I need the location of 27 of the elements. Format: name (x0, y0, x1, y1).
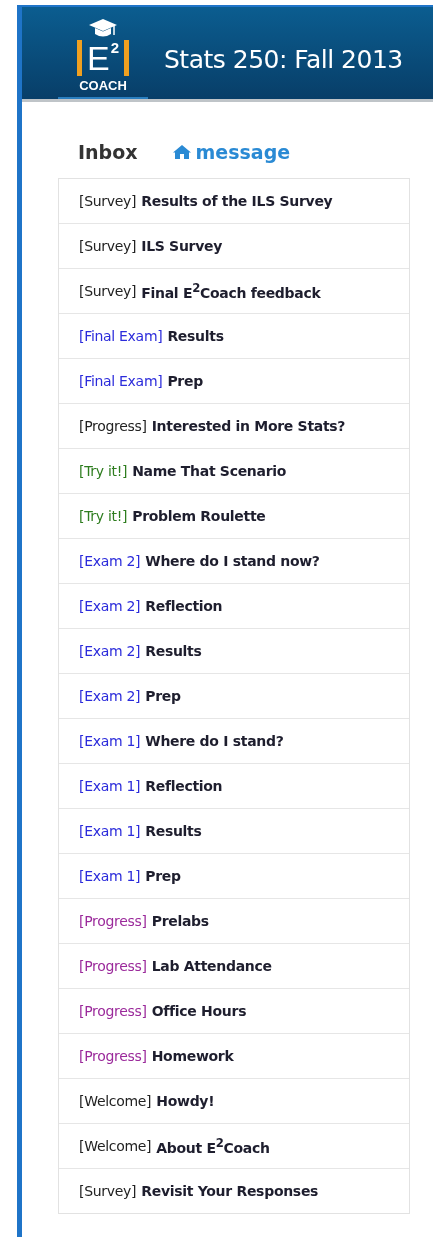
message-item[interactable]: [Progress] Interested in More Stats? (59, 403, 409, 448)
message-item[interactable]: [Progress] Prelabs (59, 898, 409, 943)
message-item[interactable]: [Exam 1] Reflection (59, 763, 409, 808)
message-item[interactable]: [Final Exam] Prep (59, 358, 409, 403)
message-item[interactable]: [Progress] Homework (59, 1033, 409, 1078)
course-title: Stats 250: Fall 2013 (164, 44, 403, 74)
message-item[interactable]: [Exam 2] Where do I stand now? (59, 538, 409, 583)
message-item[interactable]: [Exam 2] Prep (59, 673, 409, 718)
message-item[interactable]: [Progress] Lab Attendance (59, 943, 409, 988)
message-item[interactable]: [Exam 1] Prep (59, 853, 409, 898)
message-item[interactable]: [Exam 2] Results (59, 628, 409, 673)
message-link[interactable]: message (171, 141, 291, 163)
message-item[interactable]: [Survey] ILS Survey (59, 223, 409, 268)
message-item[interactable]: [Welcome] Howdy! (59, 1078, 409, 1123)
message-item[interactable]: [Final Exam] Results (59, 313, 409, 358)
message-item[interactable]: [Survey] Results of the ILS Survey (59, 179, 409, 223)
message-item[interactable]: [Exam 1] Results (59, 808, 409, 853)
message-item[interactable]: [Exam 1] Where do I stand? (59, 718, 409, 763)
home-icon (171, 144, 192, 160)
message-item[interactable]: [Survey] Revisit Your Responses (59, 1168, 409, 1213)
message-item[interactable]: [Try it!] Name That Scenario (59, 448, 409, 493)
message-item[interactable]: [Welcome] About E$^{2}$Coach (59, 1123, 409, 1168)
message-item[interactable]: [Try it!] Problem Roulette (59, 493, 409, 538)
message-item[interactable]: [Exam 2] Reflection (59, 583, 409, 628)
message-item[interactable]: [Progress] Office Hours (59, 988, 409, 1033)
inbox-heading: Inbox (78, 141, 138, 163)
message-item[interactable]: [Survey] Final E$^{2}$Coach feedback (59, 268, 409, 313)
